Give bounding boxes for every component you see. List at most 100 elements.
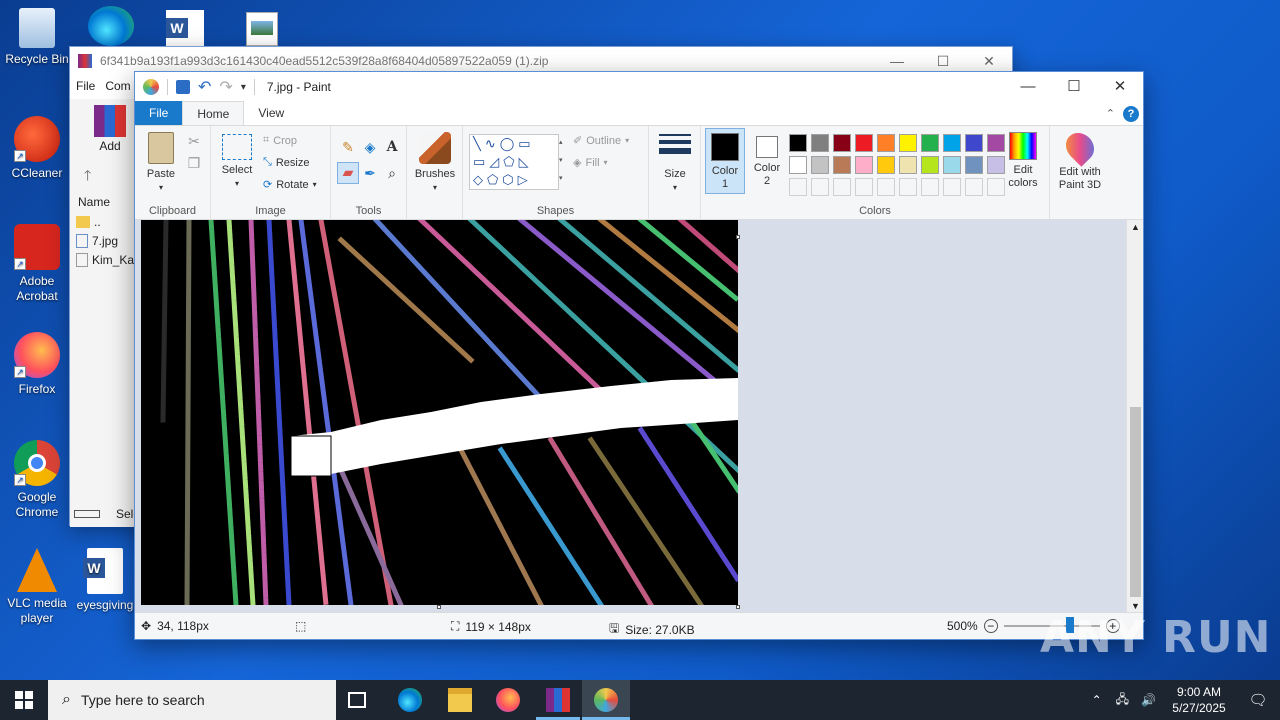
palette-swatch[interactable] (789, 134, 807, 152)
shapes-scroll[interactable]: ▴ ▾ ▾ (559, 134, 569, 190)
desktop-icon-google-chrome[interactable]: ↗ Google Chrome (0, 440, 74, 520)
palette-swatch[interactable] (965, 156, 983, 174)
desktop-icon-firefox[interactable]: ↗ Firefox (0, 332, 74, 397)
minimize-icon[interactable]: — (1005, 72, 1051, 102)
palette-swatch[interactable] (789, 156, 807, 174)
tab-file[interactable]: File (135, 101, 183, 125)
palette-swatch[interactable] (921, 156, 939, 174)
list-item[interactable]: 7.jpg (76, 234, 118, 248)
brushes-button[interactable]: Brushes ▾ (411, 132, 459, 194)
taskbar-search-box[interactable]: ⌕ Type here to search (48, 680, 336, 720)
file-explorer-icon[interactable] (448, 688, 472, 712)
eraser-icon[interactable]: ▰ (337, 162, 359, 184)
desktop-icon-vlc[interactable]: VLC media player (0, 548, 74, 626)
desktop-icon-ccleaner[interactable]: ↗ CCleaner (0, 116, 74, 181)
image-desktop-icon[interactable] (246, 12, 278, 46)
edit-with-paint3d-button[interactable]: Edit with Paint 3D (1052, 127, 1108, 192)
palette-swatch[interactable] (965, 134, 983, 152)
palette-swatch[interactable] (877, 134, 895, 152)
volume-icon[interactable]: 🔊 (1141, 693, 1156, 707)
paint-window[interactable]: ↶ ↷ ▾ 7.jpg - Paint — ☐ ✕ File Home View… (134, 71, 1144, 640)
winrar-taskbar-icon[interactable] (546, 688, 570, 712)
notification-icon[interactable]: 🗨 (1236, 691, 1280, 709)
save-icon[interactable] (176, 80, 190, 94)
select-button[interactable]: Select ▾ (217, 134, 257, 190)
desktop-icon-eyesgiving[interactable]: W eyesgiving (68, 548, 142, 613)
close-icon[interactable]: ✕ (1097, 72, 1143, 102)
magnifier-icon[interactable]: ⌕ (383, 164, 401, 182)
custom-color-slot[interactable] (789, 178, 807, 196)
show-hidden-icons-icon[interactable]: ⌃ (1092, 693, 1102, 707)
edge-taskbar-icon[interactable] (398, 688, 422, 712)
custom-color-slot[interactable] (921, 178, 939, 196)
image-canvas[interactable] (141, 220, 738, 605)
palette-swatch[interactable] (921, 134, 939, 152)
rotate-button[interactable]: ⟳ Rotate ▾ (263, 178, 317, 192)
fill-bucket-icon[interactable]: ◈ (361, 138, 379, 156)
cut-icon[interactable]: ✂ (185, 132, 203, 150)
size-button[interactable]: Size ▾ (655, 134, 695, 194)
custom-color-slot[interactable] (899, 178, 917, 196)
winrar-menu-commands[interactable]: Com (105, 79, 130, 93)
shapes-gallery[interactable]: ╲∿◯▭ ▭◿⬠◺ ◇⬠⬡▷ (469, 134, 559, 190)
palette-swatch[interactable] (899, 156, 917, 174)
palette-swatch[interactable] (833, 156, 851, 174)
list-item[interactable]: .. (76, 215, 101, 229)
pencil-icon[interactable]: ✎ (339, 138, 357, 156)
canvas-work-area[interactable]: ▲ ▼ (135, 220, 1143, 613)
resize-handle-right[interactable] (736, 235, 740, 239)
palette-swatch[interactable] (943, 156, 961, 174)
palette-swatch[interactable] (811, 156, 829, 174)
start-button[interactable] (0, 680, 48, 720)
close-icon[interactable]: ✕ (966, 53, 1012, 70)
color1-button[interactable]: Color 1 (705, 128, 745, 194)
edit-colors-button[interactable]: Edit colors (1003, 132, 1043, 190)
custom-color-slot[interactable] (811, 178, 829, 196)
custom-color-slot[interactable] (855, 178, 873, 196)
resize-handle-bottom[interactable] (437, 605, 441, 609)
crop-button[interactable]: ⌗ Crop (263, 134, 297, 147)
firefox-taskbar-icon[interactable] (496, 688, 520, 712)
tab-view[interactable]: View (244, 101, 298, 125)
clock[interactable]: 9:00 AM 5/27/2025 (1162, 684, 1236, 716)
color2-button[interactable]: Color 2 (749, 132, 785, 188)
desktop-icon-recycle-bin[interactable]: Recycle Bin (0, 8, 74, 67)
edge-desktop-icon[interactable] (88, 6, 134, 46)
minimize-icon[interactable]: — (874, 53, 920, 70)
custom-color-slot[interactable] (833, 178, 851, 196)
undo-icon[interactable]: ↶ (198, 77, 211, 97)
palette-swatch[interactable] (899, 134, 917, 152)
zoom-out-icon[interactable]: − (983, 619, 998, 633)
custom-color-slot[interactable] (965, 178, 983, 196)
color-picker-icon[interactable]: ✒ (361, 164, 379, 182)
winrar-menu-file[interactable]: File (76, 79, 95, 93)
resize-handle-corner[interactable] (736, 605, 740, 609)
tab-home[interactable]: Home (182, 101, 245, 125)
palette-swatch[interactable] (855, 156, 873, 174)
network-icon[interactable]: 🖧 (1116, 690, 1129, 711)
paste-button[interactable]: Paste ▾ (141, 132, 181, 194)
text-icon[interactable]: A (383, 138, 401, 156)
customize-qat-icon[interactable]: ▾ (241, 82, 246, 93)
custom-color-slot[interactable] (943, 178, 961, 196)
redo-icon[interactable]: ↷ (219, 77, 232, 97)
task-view-icon[interactable] (348, 692, 366, 708)
up-arrow-icon[interactable]: 🡑 (84, 165, 91, 189)
fill-button[interactable]: ◈ Fill ▾ (573, 156, 608, 170)
palette-swatch[interactable] (833, 134, 851, 152)
minimize-ribbon-icon[interactable]: ⌃ (1106, 107, 1115, 120)
word-desktop-icon[interactable]: W (166, 10, 204, 46)
add-button[interactable]: Add (90, 105, 130, 153)
vertical-scrollbar[interactable]: ▲ ▼ (1126, 220, 1143, 613)
custom-color-slot[interactable] (877, 178, 895, 196)
outline-button[interactable]: ✐ Outline ▾ (573, 134, 629, 148)
desktop-icon-adobe-acrobat[interactable]: ↗ Adobe Acrobat (0, 224, 74, 304)
help-icon[interactable]: ? (1123, 106, 1139, 122)
list-header-name[interactable]: Name (78, 195, 110, 209)
scroll-up-icon[interactable]: ▲ (1131, 222, 1140, 232)
list-item[interactable]: Kim_Kar (76, 253, 138, 267)
palette-swatch[interactable] (811, 134, 829, 152)
maximize-icon[interactable]: ☐ (1051, 72, 1097, 102)
resize-button[interactable]: ⤡ Resize (263, 156, 309, 169)
maximize-icon[interactable]: ☐ (920, 53, 966, 70)
